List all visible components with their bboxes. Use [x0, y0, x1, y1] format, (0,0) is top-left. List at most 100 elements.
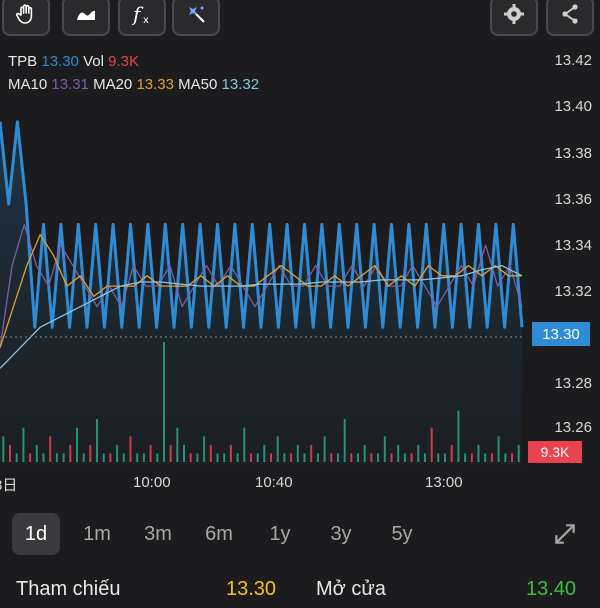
volume-bar: [2, 436, 5, 462]
volume-bar: [116, 444, 119, 462]
volume-bar: [243, 427, 246, 462]
volume-bar: [82, 453, 85, 462]
volume-bar: [156, 453, 159, 462]
volume-bar: [149, 444, 152, 462]
volume-bar: [517, 444, 520, 462]
volume-bar: [209, 444, 212, 462]
volume-bar: [296, 444, 299, 462]
range-1m[interactable]: 1m: [73, 513, 121, 555]
open-label: Mở cửa: [316, 578, 386, 600]
volume-bar: [15, 453, 18, 462]
volume-bar: [370, 453, 373, 462]
svg-text:x: x: [143, 15, 149, 26]
volume-bar: [250, 453, 252, 462]
volume-bar: [216, 453, 219, 462]
indicator-button[interactable]: fx: [118, 0, 166, 36]
volume-bar: [310, 444, 313, 462]
y-tick: 13.28: [554, 375, 592, 392]
volume-bar: [69, 444, 72, 462]
volume-bar: [457, 410, 460, 462]
volume-bar: [102, 453, 105, 462]
volume-bar: [343, 419, 346, 462]
smart-tools-button[interactable]: [172, 0, 220, 36]
volume-bar: [189, 453, 192, 462]
expand-button[interactable]: [552, 521, 578, 547]
range-1y[interactable]: 1y: [256, 513, 304, 555]
volume-bar: [290, 453, 293, 462]
current-price-tag: 13.30: [532, 322, 590, 346]
volume-bar: [303, 453, 306, 462]
range-1d[interactable]: 1d: [12, 513, 60, 555]
reference-value: 13.30: [226, 578, 277, 600]
magic-wand-icon: [184, 2, 208, 31]
chart-type-button[interactable]: [62, 0, 110, 36]
volume-bar: [236, 453, 239, 462]
volume-bar: [511, 453, 513, 462]
volume-bar: [96, 419, 98, 462]
x-tick: 13:00: [425, 474, 463, 491]
volume-bar: [337, 453, 339, 462]
y-tick: 13.34: [554, 237, 592, 254]
volume-bar: [430, 427, 433, 462]
y-tick: 13.32: [554, 283, 592, 300]
x-tick: 8日: [0, 477, 18, 494]
volume-bar: [323, 436, 326, 462]
volume-bar: [136, 453, 139, 462]
area-chart-icon: [74, 2, 98, 31]
volume-bar: [444, 453, 446, 462]
volume-bar: [176, 427, 179, 462]
open-value: 13.40: [526, 578, 577, 600]
volume-bar: [357, 453, 359, 462]
volume-bar: [477, 444, 480, 462]
volume-bar: [316, 453, 319, 462]
volume-bar: [9, 444, 11, 462]
volume-bar: [283, 453, 286, 462]
volume-bar: [203, 436, 206, 462]
y-tick: 13.40: [554, 98, 592, 115]
y-tick: 13.38: [554, 145, 592, 162]
time-range-selector: 1d 1m 3m 6m 1y 3y 5y: [0, 513, 600, 559]
volume-bar: [276, 436, 279, 462]
volume-bar: [403, 453, 406, 462]
range-3m[interactable]: 3m: [134, 513, 182, 555]
volume-bar: [424, 453, 426, 462]
share-button[interactable]: [546, 0, 594, 36]
settings-button[interactable]: [490, 0, 538, 36]
volume-bar: [196, 453, 199, 462]
volume-bar: [76, 427, 78, 462]
range-6m[interactable]: 6m: [195, 513, 243, 555]
volume-bar: [497, 436, 500, 462]
volume-bar: [169, 444, 172, 462]
volume-bar: [256, 453, 259, 462]
volume-bar: [49, 436, 52, 462]
volume-bar: [410, 453, 413, 462]
volume-bar: [450, 444, 453, 462]
volume-bar: [363, 444, 366, 462]
reference-label: Tham chiếu: [16, 578, 121, 600]
volume-bar: [122, 453, 125, 462]
volume-bar: [55, 453, 58, 462]
hand-tool-button[interactable]: [2, 0, 50, 36]
volume-bar: [484, 453, 487, 462]
volume-bar: [490, 453, 493, 462]
volume-bar: [89, 444, 92, 462]
x-tick: 10:40: [255, 474, 293, 491]
volume-bar: [29, 453, 32, 462]
volume-bar: [330, 453, 333, 462]
volume-bar: [504, 453, 507, 462]
volume-bar: [464, 453, 467, 462]
price-chart[interactable]: [0, 40, 600, 510]
range-3y[interactable]: 3y: [317, 513, 365, 555]
expand-icon: [552, 524, 578, 551]
volume-bar: [229, 444, 232, 462]
chart-toolbar: fx: [0, 0, 600, 40]
x-tick: 10:00: [133, 474, 171, 491]
volume-bar: [163, 342, 165, 462]
share-icon: [558, 2, 582, 31]
volume-bar: [397, 444, 400, 462]
volume-bar: [377, 453, 380, 462]
volume-bar: [417, 444, 420, 462]
volume-bar: [470, 453, 473, 462]
volume-bar: [223, 453, 226, 462]
range-5y[interactable]: 5y: [378, 513, 426, 555]
